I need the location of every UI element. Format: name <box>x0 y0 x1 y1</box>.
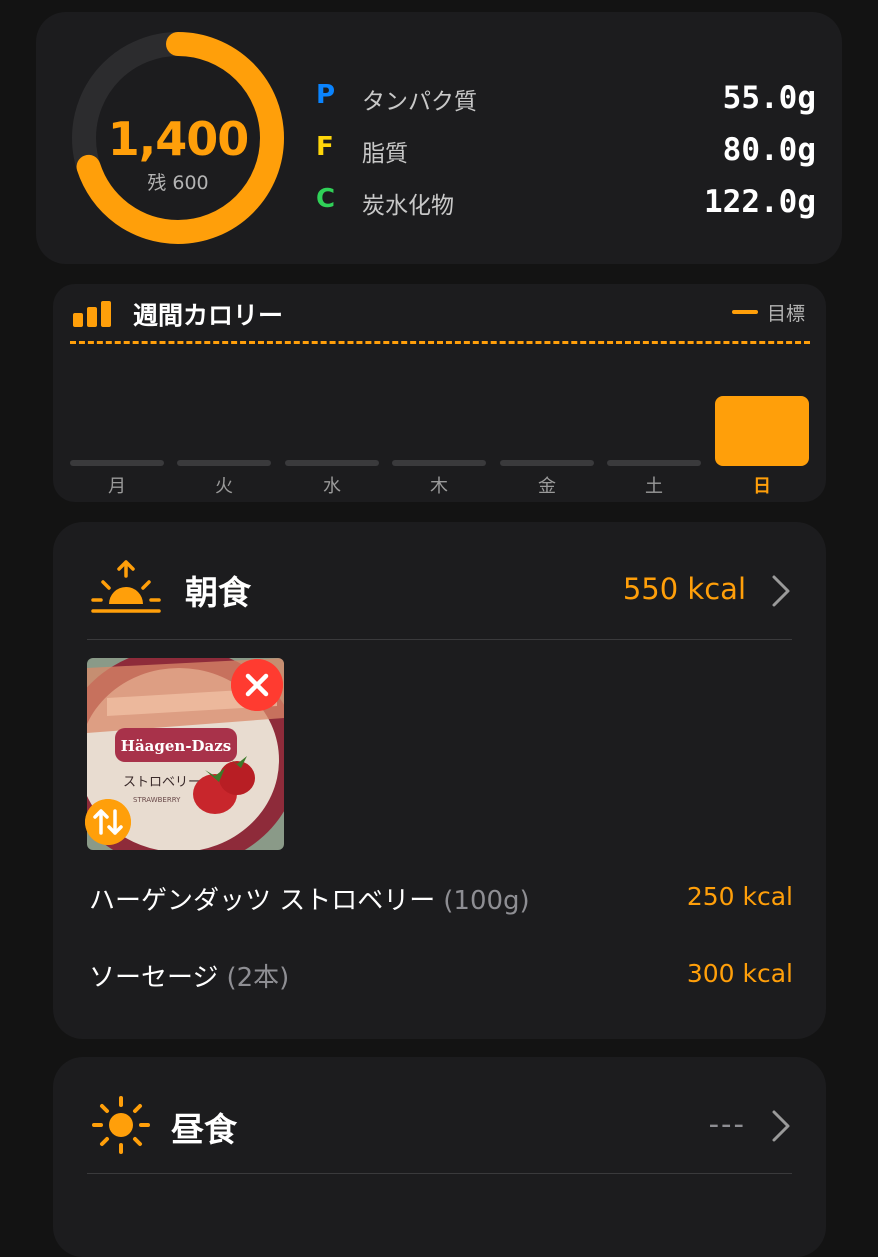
goal-legend-swatch <box>732 310 758 314</box>
daily-summary-card: 1,400 残 600 P タンパク質 55.0g F 脂質 80.0g C 炭… <box>36 12 842 264</box>
day-bar <box>285 460 379 466</box>
food-kcal: 300 kcal <box>686 959 793 988</box>
bar-chart-icon <box>73 301 111 327</box>
calorie-total: 1,400 <box>107 112 250 166</box>
delete-photo-button[interactable] <box>231 659 283 711</box>
carbs-label: 炭水化物 <box>362 193 454 219</box>
day-bar <box>607 460 701 466</box>
fat-value: 80.0g <box>722 132 816 168</box>
food-name: ソーセージ <box>89 963 219 993</box>
meal-kcal: --- <box>708 1107 746 1141</box>
food-name: ハーゲンダッツ ストロベリー <box>89 886 436 916</box>
meal-card-lunch: 昼食 --- <box>53 1057 826 1257</box>
macro-fat-row: F 脂質 80.0g <box>316 132 816 172</box>
day-label-active: 日 <box>753 476 771 497</box>
meal-kcal: 550 kcal <box>622 572 746 606</box>
sun-icon <box>92 1096 150 1154</box>
food-qty: (2本) <box>226 963 290 993</box>
swap-order-button[interactable] <box>85 799 131 845</box>
protein-label: タンパク質 <box>362 89 477 115</box>
divider <box>87 639 792 640</box>
divider <box>87 1173 792 1174</box>
food-name-wrapper: ハーゲンダッツ ストロベリー (100g) <box>89 880 530 917</box>
protein-value: 55.0g <box>722 80 816 116</box>
day-bar <box>500 460 594 466</box>
day-bar <box>70 460 164 466</box>
meal-title: 朝食 <box>185 573 251 612</box>
macro-protein-row: P タンパク質 55.0g <box>316 80 816 120</box>
food-kcal: 250 kcal <box>686 882 793 911</box>
goal-line <box>70 341 810 344</box>
day-label: 水 <box>323 476 341 497</box>
day-label: 金 <box>538 476 556 497</box>
fat-letter: F <box>316 132 334 162</box>
food-qty: (100g) <box>443 886 530 916</box>
weekly-calories-card[interactable]: 週間カロリー 目標 月 火 水 木 金 土 日 <box>53 284 826 502</box>
photo-flavor-jp: ストロベリー <box>123 775 201 790</box>
photo-brand-text: Häagen-Dazs <box>121 737 231 755</box>
food-name-wrapper: ソーセージ (2本) <box>89 957 289 994</box>
chevron-right-icon[interactable] <box>770 574 792 608</box>
meal-card-breakfast: 朝食 550 kcal Häagen-Dazs ストロベリー STRAWBERR… <box>53 522 826 1039</box>
meal-title: 昼食 <box>171 1110 237 1149</box>
macro-carbs-row: C 炭水化物 122.0g <box>316 184 816 224</box>
food-item[interactable]: ハーゲンダッツ ストロベリー (100g) 250 kcal <box>89 880 793 920</box>
day-label: 月 <box>108 476 126 497</box>
protein-letter: P <box>316 80 336 110</box>
day-bar <box>392 460 486 466</box>
carbs-value: 122.0g <box>704 184 816 220</box>
day-label: 火 <box>215 476 233 497</box>
day-label: 木 <box>430 476 448 497</box>
fat-label: 脂質 <box>362 141 408 167</box>
food-item[interactable]: ソーセージ (2本) 300 kcal <box>89 957 793 997</box>
day-bar <box>177 460 271 466</box>
carbs-letter: C <box>316 184 336 214</box>
photo-flavor-en: STRAWBERRY <box>133 796 181 804</box>
day-bar-active <box>715 396 809 466</box>
chevron-right-icon[interactable] <box>770 1109 792 1143</box>
sunrise-icon <box>91 560 161 613</box>
weekly-title: 週間カロリー <box>133 301 284 330</box>
calorie-remaining: 残 600 <box>147 172 209 194</box>
day-label: 土 <box>645 476 663 497</box>
goal-legend-label: 目標 <box>767 303 806 325</box>
